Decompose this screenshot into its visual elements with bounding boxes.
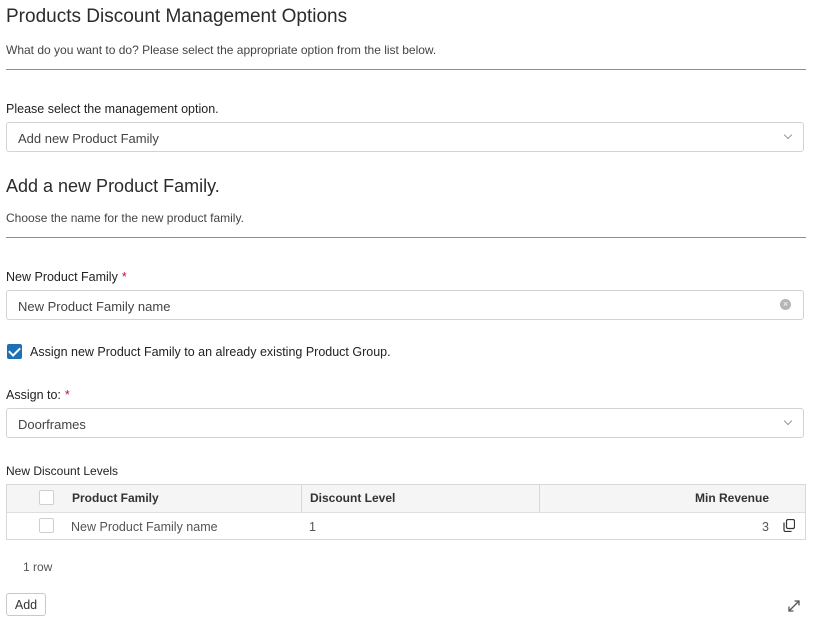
management-option-select[interactable]: Add new Product Family (6, 122, 804, 152)
expand-icon[interactable] (786, 598, 802, 614)
select-all-checkbox[interactable] (39, 490, 54, 505)
clear-icon[interactable]: × (780, 299, 791, 310)
cell-min-revenue[interactable]: 3 (762, 520, 769, 534)
new-product-family-label: New Product Family * (6, 270, 127, 284)
column-divider[interactable] (301, 485, 302, 512)
column-header-product-family[interactable]: Product Family (72, 491, 159, 505)
assign-existing-group-checkbox[interactable] (7, 344, 22, 359)
section-title: Add a new Product Family. (6, 176, 220, 196)
new-product-family-label-text: New Product Family (6, 270, 118, 284)
cell-discount-level[interactable]: 1 (309, 520, 316, 534)
assign-to-label: Assign to: * (6, 388, 70, 402)
discount-levels-title: New Discount Levels (6, 464, 119, 478)
assign-to-value: Doorframes (18, 417, 86, 432)
row-checkbox[interactable] (39, 518, 54, 533)
new-product-family-value: New Product Family name (18, 299, 171, 314)
table-header: Product Family Discount Level Min Revenu… (7, 485, 805, 513)
management-option-label: Please select the management option. (6, 102, 219, 116)
new-product-family-input[interactable]: New Product Family name × (6, 290, 804, 320)
assign-existing-group-label: Assign new Product Family to an already … (30, 345, 391, 359)
page-subtitle: What do you want to do? Please select th… (6, 43, 437, 57)
chevron-down-icon (783, 416, 793, 426)
divider (6, 69, 806, 70)
discount-levels-table: Product Family Discount Level Min Revenu… (6, 484, 806, 540)
copy-icon[interactable] (783, 519, 795, 532)
page-title: Products Discount Management Options (6, 6, 348, 27)
assign-to-select[interactable]: Doorframes (6, 408, 804, 438)
column-divider[interactable] (539, 485, 540, 512)
chevron-down-icon (783, 130, 793, 140)
required-marker: * (121, 270, 127, 284)
cell-product-family[interactable]: New Product Family name (71, 520, 218, 534)
management-option-value: Add new Product Family (18, 131, 159, 146)
column-header-discount-level[interactable]: Discount Level (310, 491, 395, 505)
divider (6, 237, 806, 238)
assign-to-label-text: Assign to: (6, 388, 61, 402)
add-button[interactable]: Add (6, 593, 46, 616)
row-count: 1 row (23, 560, 53, 574)
section-subtitle: Choose the name for the new product fami… (6, 211, 244, 225)
required-marker: * (64, 388, 70, 402)
column-header-min-revenue[interactable]: Min Revenue (695, 491, 769, 505)
